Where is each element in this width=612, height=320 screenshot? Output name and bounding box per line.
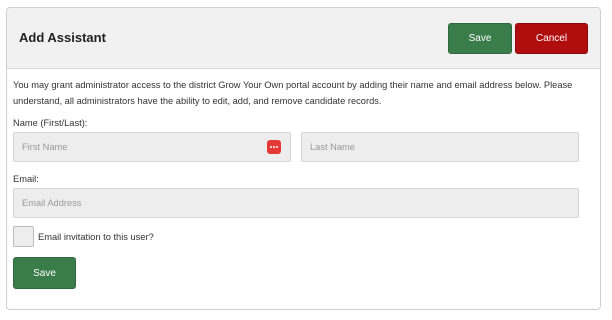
panel-header: Add Assistant Save Cancel (7, 8, 600, 69)
password-manager-icon[interactable] (267, 140, 281, 154)
email-invitation-checkbox[interactable] (13, 226, 34, 247)
intro-text: You may grant administrator access to th… (13, 80, 573, 106)
last-name-input[interactable] (301, 132, 579, 162)
first-name-input[interactable] (13, 132, 291, 162)
form-save-button[interactable]: Save (13, 257, 76, 289)
email-label: Email: (13, 174, 39, 184)
header-save-button[interactable]: Save (448, 23, 512, 54)
email-input[interactable] (13, 188, 579, 218)
panel-title: Add Assistant (19, 30, 106, 45)
name-label: Name (First/Last): (13, 118, 88, 128)
cancel-button[interactable]: Cancel (515, 23, 588, 54)
email-invitation-label: Email invitation to this user? (38, 232, 154, 242)
